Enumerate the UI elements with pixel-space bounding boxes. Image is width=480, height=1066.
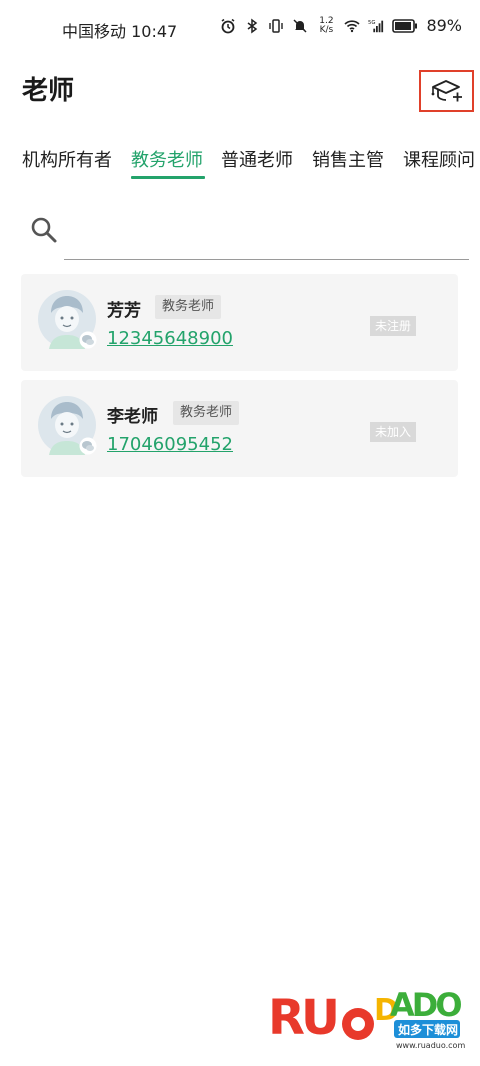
status-badge: 未注册	[370, 316, 417, 336]
teacher-card[interactable]: 芳芳 教务老师 12345648900 未注册	[21, 274, 458, 371]
role-tabs: 机构所有者 教务老师 普通老师 销售主管 课程顾问	[0, 140, 480, 182]
mute-bell-icon	[293, 18, 307, 33]
watermark-logo: RU D ADO 如多下载网 www.ruaduo.com	[268, 986, 465, 1050]
tab-org-owner[interactable]: 机构所有者	[22, 146, 112, 172]
teacher-phone[interactable]: 12345648900	[107, 328, 233, 349]
alarm-icon	[221, 18, 235, 33]
battery-percentage: 89%	[426, 16, 462, 35]
teacher-name: 李老师	[107, 407, 158, 427]
add-teacher-button[interactable]	[419, 70, 474, 112]
tab-regular-teacher[interactable]: 普通老师	[221, 146, 293, 172]
net-speed: 1.2 K/s	[319, 15, 334, 35]
wechat-icon	[79, 331, 97, 349]
teacher-phone[interactable]: 17046095452	[107, 434, 233, 455]
svg-text:RU: RU	[268, 990, 336, 1046]
svg-text:ADO: ADO	[390, 986, 461, 1024]
teacher-card[interactable]: 李老师 教务老师 17046095452 未加入	[21, 380, 458, 477]
tab-academic-teacher[interactable]: 教务老师	[131, 146, 203, 172]
role-badge: 教务老师	[155, 295, 222, 319]
signal-icon: 5G	[368, 20, 384, 32]
search-input[interactable]	[64, 212, 469, 260]
status-icons: 1.2 K/s 5G 89%	[220, 16, 462, 35]
search-icon	[31, 217, 57, 243]
vibrate-icon	[269, 18, 284, 33]
wechat-icon	[79, 437, 97, 455]
role-badge: 教务老师	[173, 401, 240, 425]
carrier-time: 中国移动 10:47	[62, 22, 178, 41]
watermark-url: www.ruaduo.com	[396, 1041, 465, 1050]
wifi-icon	[344, 19, 360, 32]
tab-sales-manager[interactable]: 销售主管	[312, 146, 384, 172]
battery-icon	[392, 18, 418, 33]
active-tab-indicator	[131, 176, 205, 179]
page-title: 老师	[22, 76, 75, 106]
watermark-tagline: 如多下载网	[398, 1022, 458, 1037]
bluetooth-icon	[247, 18, 258, 33]
signal-label: 5G	[368, 20, 376, 26]
status-bar: 中国移动 10:47 1.2 K/s 5G 89%	[0, 0, 480, 58]
status-badge: 未加入	[370, 422, 417, 442]
graduation-cap-plus-icon	[431, 80, 462, 102]
tab-course-consultant[interactable]: 课程顾问	[403, 146, 475, 172]
teacher-name: 芳芳	[107, 301, 141, 321]
